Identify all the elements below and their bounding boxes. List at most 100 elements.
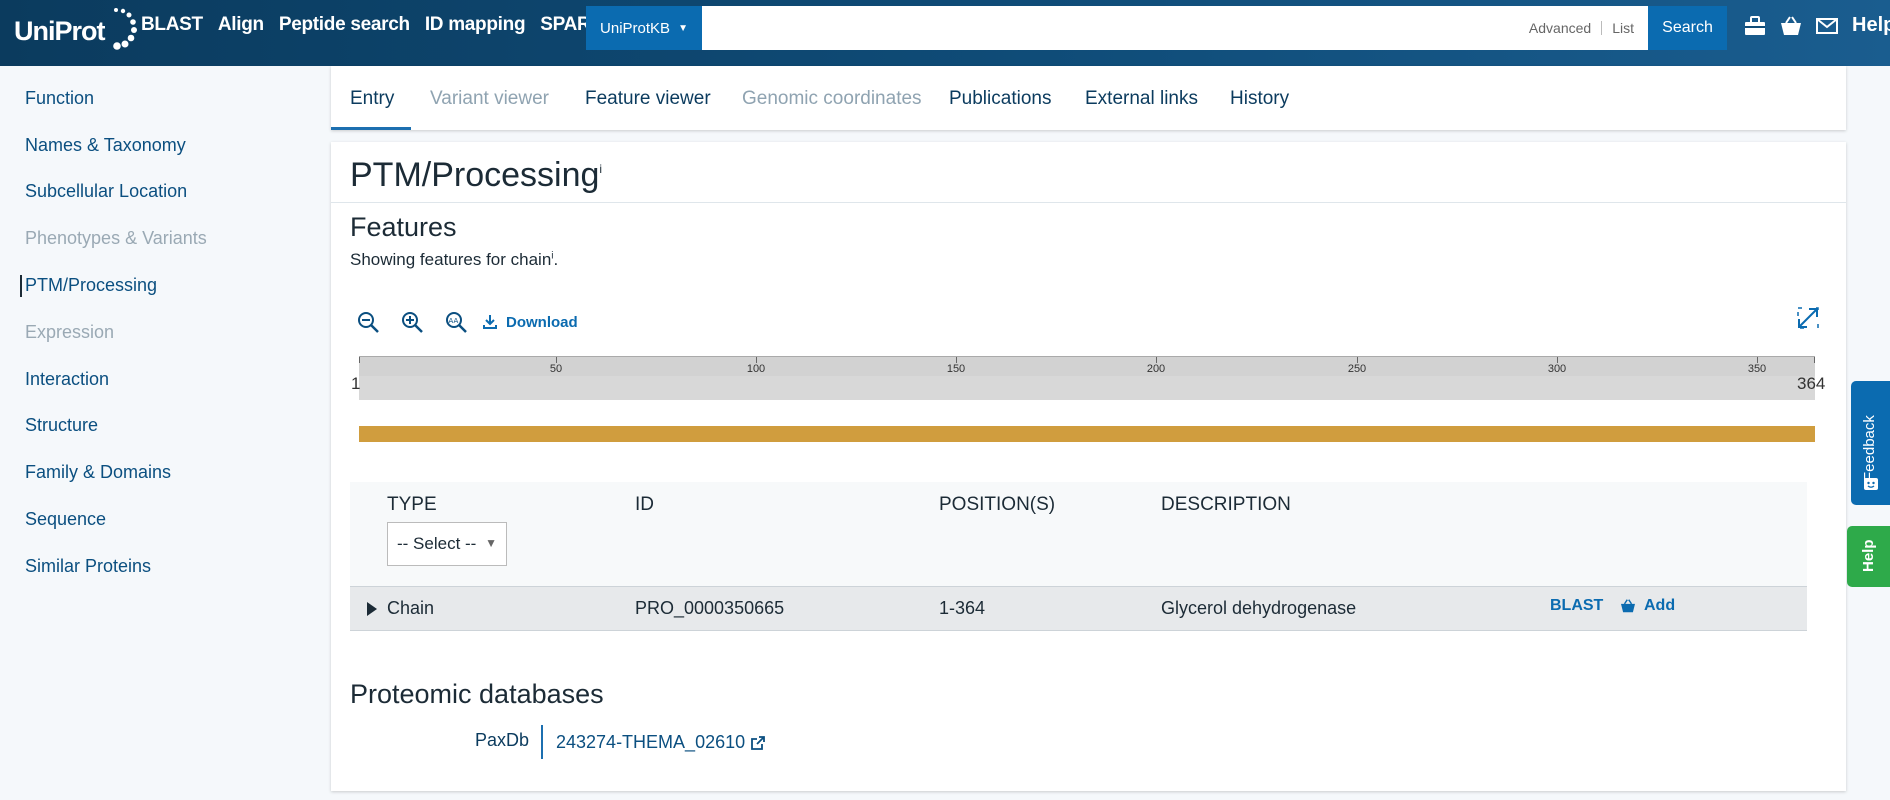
ruler-scale: 50 100 150 200 250 300 350 [359, 356, 1815, 376]
fullscreen-icon[interactable] [1796, 306, 1820, 330]
tab-variant-viewer: Variant viewer [430, 88, 549, 109]
nav-align[interactable]: Align [218, 14, 264, 36]
row-add-button[interactable]: Add [1620, 597, 1675, 615]
caret-down-icon: ▼ [485, 536, 497, 550]
expand-row-icon[interactable] [367, 602, 377, 616]
ruler-end-label: 364 [1797, 374, 1826, 393]
sidebar-item-function[interactable]: Function [25, 88, 94, 109]
features-heading: Features [350, 212, 457, 242]
viewer-toolbar: AA Download [356, 310, 578, 334]
tab-feature-viewer[interactable]: Feature viewer [585, 88, 711, 110]
tab-history[interactable]: History [1230, 88, 1289, 110]
main-nav: BLAST Align Peptide search ID mapping SP… [141, 14, 617, 36]
type-filter-value: -- Select -- [397, 534, 477, 553]
sidebar-item-structure[interactable]: Structure [25, 415, 98, 436]
sidebar-item-subcellular-location[interactable]: Subcellular Location [25, 181, 187, 202]
sidebar-item-sequence[interactable]: Sequence [25, 509, 106, 530]
column-header-id: ID [635, 494, 654, 515]
proteomic-databases-heading: Proteomic databases [350, 679, 604, 709]
zoom-in-icon[interactable] [400, 310, 424, 334]
column-header-positions: POSITION(S) [939, 494, 1056, 515]
download-label: Download [506, 313, 578, 331]
cell-id: PRO_0000350665 [635, 598, 785, 618]
paxdb-label: PaxDb [475, 730, 530, 750]
cell-type: Chain [387, 598, 435, 618]
entry-tabs: Entry Variant viewer Feature viewer Geno… [331, 66, 1846, 130]
help-tab-label: Help [1860, 539, 1877, 572]
section-divider [331, 202, 1846, 203]
ruler-tick [359, 357, 360, 363]
tab-external-links[interactable]: External links [1085, 88, 1198, 110]
row-add-label: Add [1644, 597, 1676, 614]
mail-icon[interactable] [1816, 17, 1838, 35]
ruler-tick-label: 350 [1747, 363, 1767, 375]
ruler-tick-label: 250 [1347, 363, 1367, 375]
paxdb-link[interactable]: 243274-THEMA_02610 [556, 732, 766, 753]
list-search-link[interactable]: List [1612, 20, 1634, 36]
paxdb-link-text: 243274-THEMA_02610 [556, 732, 746, 752]
download-button[interactable]: Download [482, 314, 578, 331]
header-help-link[interactable]: Help [1852, 14, 1890, 37]
advanced-search-link[interactable]: Advanced [1529, 20, 1591, 36]
sidebar-item-ptm-processing[interactable]: PTM/Processing [25, 275, 157, 296]
cell-description: Glycerol dehydrogenase [1161, 598, 1357, 618]
cell-positions: 1-364 [939, 598, 986, 618]
sidebar: Function Names & Taxonomy Subcellular Lo… [0, 66, 320, 800]
nav-peptide-search[interactable]: Peptide search [279, 14, 410, 36]
row-blast-button[interactable]: BLAST [1550, 597, 1603, 615]
features-table-header: TYPE ID POSITION(S) DESCRIPTION -- Selec… [350, 482, 1807, 586]
search-links: Advanced List [1529, 20, 1634, 36]
feedback-label: Feedback [1861, 415, 1878, 481]
help-tab[interactable]: Help [1847, 526, 1890, 587]
tab-publications[interactable]: Publications [949, 88, 1051, 110]
sidebar-item-expression: Expression [25, 322, 115, 342]
column-header-type: TYPE [387, 494, 437, 515]
sidebar-active-marker [20, 275, 22, 297]
ruler-tick-label: 300 [1547, 363, 1567, 375]
tab-entry[interactable]: Entry [350, 88, 394, 110]
sidebar-item-interaction[interactable]: Interaction [25, 369, 109, 390]
zoom-to-sequence-icon[interactable]: AA [444, 310, 468, 334]
sidebar-item-family-domains[interactable]: Family & Domains [25, 462, 171, 483]
ruler-tick-label: 200 [1146, 363, 1166, 375]
ruler-tick-label: 50 [549, 363, 563, 375]
search-input[interactable]: Advanced List [702, 6, 1648, 50]
database-select[interactable]: UniProtKB ▼ [586, 6, 702, 50]
basket-icon[interactable] [1780, 15, 1802, 36]
showing-features-end: . [553, 250, 559, 269]
zoom-out-icon[interactable] [356, 310, 380, 334]
header-icons: Help [1744, 14, 1890, 37]
uniprot-logo[interactable]: UniProt [14, 6, 137, 56]
sidebar-item-similar-proteins[interactable]: Similar Proteins [25, 556, 151, 577]
feedback-smiley-icon [1864, 478, 1878, 490]
search-button[interactable]: Search [1648, 6, 1727, 50]
top-header: UniProt BLAST Align Peptide search ID ma… [0, 0, 1890, 66]
showing-features-text: Showing features for chaini. [350, 250, 558, 270]
tab-genomic-coordinates: Genomic coordinates [742, 88, 922, 109]
type-filter-select[interactable]: -- Select -- ▼ [387, 522, 507, 566]
ptm-processing-section: PTM/Processingi Features Showing feature… [331, 142, 1846, 791]
sequence-ruler[interactable]: 50 100 150 200 250 300 350 [359, 356, 1815, 400]
section-title: PTM/Processingi [350, 156, 602, 195]
basket-icon [1621, 599, 1635, 613]
toolbox-icon[interactable] [1744, 15, 1766, 36]
section-title-text: PTM/Processing [350, 156, 600, 194]
download-icon [483, 315, 497, 329]
showing-features-label: Showing features for chain [350, 250, 552, 269]
database-select-label: UniProtKB [600, 19, 671, 37]
ruler-tick [1814, 357, 1815, 363]
table-row[interactable]: Chain PRO_0000350665 1-364 Glycerol dehy… [350, 586, 1807, 631]
svg-text:AA: AA [449, 317, 459, 325]
search-links-divider [1601, 21, 1603, 35]
ruler-tick-label: 150 [946, 363, 966, 375]
ruler-start-label: 1 [351, 374, 361, 393]
paxdb-divider [541, 725, 543, 759]
nav-blast[interactable]: BLAST [141, 14, 203, 36]
tab-entry-underline [331, 127, 411, 130]
column-header-description: DESCRIPTION [1161, 494, 1291, 515]
chain-feature-track[interactable] [359, 426, 1815, 442]
feedback-tab[interactable]: Feedback [1851, 381, 1890, 505]
nav-id-mapping[interactable]: ID mapping [425, 14, 526, 36]
info-icon[interactable]: i [599, 162, 602, 176]
sidebar-item-names-taxonomy[interactable]: Names & Taxonomy [25, 135, 186, 156]
